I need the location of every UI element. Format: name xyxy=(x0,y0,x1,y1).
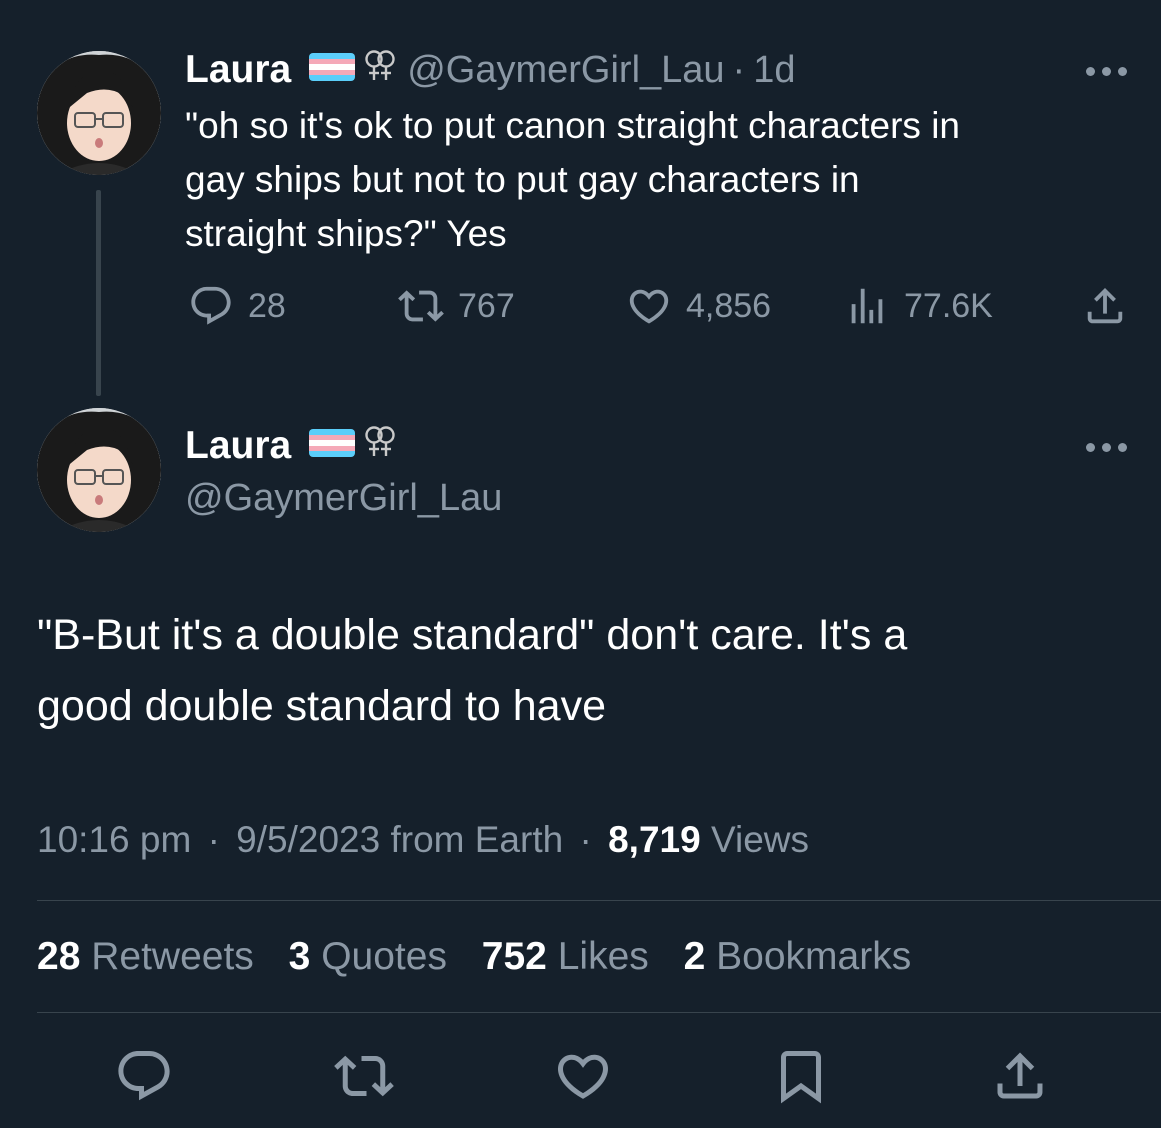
tweet-text-line: gay ships but not to put gay characters … xyxy=(185,159,860,200)
tweet-text-line: "B-But it's a double standard" don't car… xyxy=(37,611,908,659)
share-button[interactable] xyxy=(990,1046,1050,1106)
quoted-tweet-header: Laura @GaymerGirl_Lau · 1d xyxy=(185,44,795,96)
like-button[interactable]: 4,856 xyxy=(626,283,771,329)
more-icon[interactable] xyxy=(1084,62,1134,82)
reply-icon xyxy=(191,286,231,325)
more-icon[interactable] xyxy=(1084,438,1134,458)
avatar[interactable] xyxy=(37,51,161,175)
retweets-count: 28 xyxy=(37,935,81,978)
views-label: Views xyxy=(710,819,809,860)
trans-flag-icon xyxy=(309,429,356,457)
author-name[interactable]: Laura xyxy=(185,424,291,468)
thread-connector-line xyxy=(96,190,101,396)
bookmarks-stat[interactable]: 2 Bookmarks xyxy=(684,935,912,978)
main-tweet-text: "B-But it's a double standard" don't car… xyxy=(37,600,1137,742)
author-handle[interactable]: @GaymerGirl_Lau xyxy=(185,474,502,522)
separator-dot: · xyxy=(732,48,746,91)
tweet-time[interactable]: 10:16 pm xyxy=(37,819,191,860)
trans-flag-icon xyxy=(309,53,356,81)
quotes-stat[interactable]: 3 Quotes xyxy=(289,935,447,978)
share-button[interactable] xyxy=(1082,283,1142,329)
reply-button[interactable]: 28 xyxy=(188,283,286,329)
reply-button[interactable] xyxy=(114,1046,174,1106)
tweet-text-line: good double standard to have xyxy=(37,682,607,730)
likes-count: 752 xyxy=(481,935,547,978)
views-count: 8,719 xyxy=(608,819,701,860)
tweet-text-line: "oh so it's ok to put canon straight cha… xyxy=(185,105,960,146)
lesbian-symbol-icon xyxy=(363,424,397,463)
heart-icon xyxy=(557,1054,609,1099)
like-button[interactable] xyxy=(553,1046,613,1106)
retweet-count: 767 xyxy=(458,286,515,325)
retweet-icon xyxy=(398,290,444,322)
tweet-date-source: 9/5/2023 from Earth xyxy=(236,819,564,860)
author-name[interactable]: Laura xyxy=(185,48,291,92)
share-icon xyxy=(997,1052,1043,1099)
reply-icon xyxy=(118,1051,170,1101)
separator-dot: · xyxy=(207,819,220,860)
retweet-button[interactable]: 767 xyxy=(398,283,515,329)
bookmark-button[interactable] xyxy=(771,1046,831,1106)
bookmark-icon xyxy=(781,1051,821,1104)
bookmarks-label: Bookmarks xyxy=(716,935,912,978)
likes-stat[interactable]: 752 Likes xyxy=(482,935,649,978)
retweet-icon xyxy=(334,1055,394,1097)
separator-dot: · xyxy=(579,819,592,860)
retweet-button[interactable] xyxy=(334,1046,394,1106)
author-handle[interactable]: @GaymerGirl_Lau xyxy=(407,49,724,92)
views-button[interactable]: 77.6K xyxy=(844,283,993,329)
views-count: 77.6K xyxy=(904,286,993,325)
divider xyxy=(37,900,1161,901)
heart-icon xyxy=(629,289,669,324)
views-icon xyxy=(851,288,883,324)
main-tweet-header: Laura xyxy=(185,420,397,472)
like-count: 4,856 xyxy=(686,286,772,325)
divider xyxy=(37,1012,1161,1013)
bookmarks-count: 2 xyxy=(683,935,706,978)
reply-count: 28 xyxy=(248,286,286,325)
retweets-label: Retweets xyxy=(91,935,254,978)
likes-label: Likes xyxy=(557,935,649,978)
tweet-time[interactable]: 1d xyxy=(753,49,795,92)
tweet-text-line: straight ships?" Yes xyxy=(185,213,507,254)
quotes-count: 3 xyxy=(288,935,311,978)
quotes-label: Quotes xyxy=(321,935,447,978)
tweet-meta: 10:16 pm · 9/5/2023 from Earth · 8,719 V… xyxy=(37,816,809,864)
quoted-tweet-text: "oh so it's ok to put canon straight cha… xyxy=(185,99,1145,261)
lesbian-symbol-icon xyxy=(363,48,397,87)
avatar[interactable] xyxy=(37,408,161,532)
retweets-stat[interactable]: 28 Retweets xyxy=(37,935,254,978)
engagement-stats: 28 Retweets 3 Quotes 752 Likes 2 Bookmar… xyxy=(37,932,935,982)
share-icon xyxy=(1087,287,1123,324)
